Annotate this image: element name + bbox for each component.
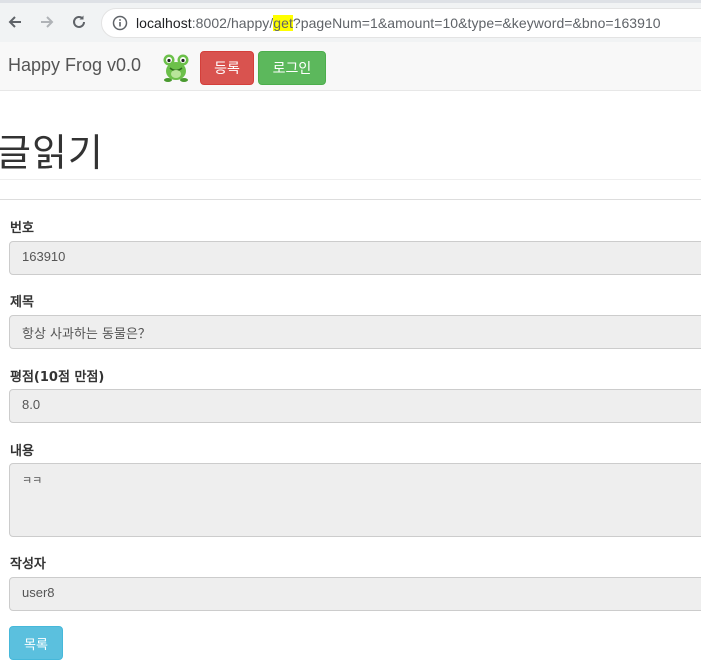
reload-icon [73,15,85,28]
list-button[interactable]: 목록 [9,626,63,660]
page-title: 글읽기 [0,131,104,175]
url-path: :8002/happy/ [191,15,274,31]
bno-label: 번호 [10,221,34,236]
address-bar[interactable]: localhost:8002/happy/get?pageNum=1&amoun… [101,8,701,38]
app-navbar: Happy Frog v0.0 등록 로그인 [0,42,701,91]
writer-label: 작성자 [10,557,46,572]
login-button[interactable]: 로그인 [258,51,326,85]
title-field[interactable]: 항상 사과하는 동물은？ [9,315,701,349]
forward-arrow-icon [41,16,54,28]
back-arrow-icon [8,16,21,28]
panel-divider [0,199,701,200]
content-label: 내용 [10,444,34,459]
rating-label: 평점(10점 만점) [10,370,105,385]
back-button[interactable] [4,11,26,33]
forward-button[interactable] [36,11,58,33]
title-label: 제목 [10,295,34,310]
url-host: localhost [136,15,192,31]
brand-link[interactable]: Happy Frog v0.0 [8,55,141,76]
browser-toolbar: localhost:8002/happy/get?pageNum=1&amoun… [0,0,701,42]
writer-field[interactable]: user8 [9,577,701,611]
url-text: localhost:8002/happy/get?pageNum=1&amoun… [136,15,661,31]
reload-button[interactable] [68,11,90,33]
content-textarea[interactable]: ㅋㅋ [9,463,701,537]
url-query: ?pageNum=1&amount=10&type=&keyword=&bno=… [292,15,661,31]
info-icon[interactable] [112,15,128,31]
bno-field[interactable]: 163910 [9,241,701,275]
frog-logo-icon [163,54,189,82]
url-highlight: get [273,15,293,31]
header-divider [0,179,701,180]
rating-field[interactable]: 8.0 [9,389,701,423]
register-button[interactable]: 등록 [200,51,254,85]
